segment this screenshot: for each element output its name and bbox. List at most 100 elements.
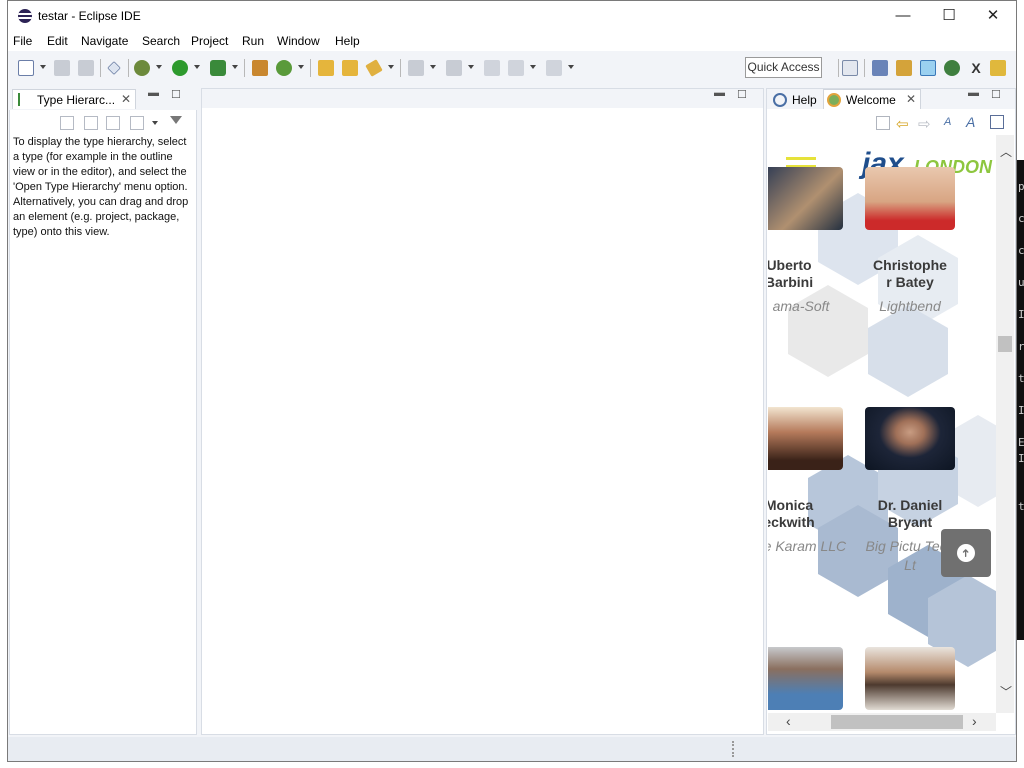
tab-type-hierarchy[interactable]: Type Hierarc... ✕ (12, 89, 136, 109)
search-icon[interactable] (365, 59, 383, 77)
menu-navigate[interactable]: Navigate (81, 34, 128, 48)
tab-label: Type Hierarc... (37, 93, 116, 107)
back-to-top-button[interactable]: ➜ (941, 529, 991, 577)
new-dropdown-icon[interactable] (40, 65, 46, 69)
previous-annotation-dropdown-icon[interactable] (468, 65, 474, 69)
new-icon[interactable] (18, 60, 34, 76)
terminal-char: u (1018, 276, 1024, 289)
history-icon[interactable] (130, 116, 144, 130)
show-type-hierarchy-icon[interactable] (60, 116, 74, 130)
java-ee-perspective-icon[interactable] (872, 60, 888, 76)
java-perspective-icon[interactable] (920, 60, 936, 76)
maximize-button[interactable]: ☐ (926, 1, 972, 31)
customize-page-icon[interactable] (990, 115, 1004, 129)
run-last-tool-dropdown-icon[interactable] (232, 65, 238, 69)
new-java-class-icon[interactable] (276, 60, 292, 76)
speaker-name[interactable]: Dr. Daniel Bryant (864, 497, 956, 531)
back-dropdown-icon[interactable] (530, 65, 536, 69)
close-tab-icon[interactable]: ✕ (906, 92, 916, 106)
run-last-tool-icon[interactable] (210, 60, 226, 76)
last-edit-location-icon[interactable] (484, 60, 500, 76)
save-icon[interactable] (54, 60, 70, 76)
forward-arrow-icon[interactable]: ⇨ (918, 115, 931, 133)
new-class-dropdown-icon[interactable] (298, 65, 304, 69)
minimize-editor-icon[interactable]: ▬ (714, 87, 725, 99)
vertical-scroll-thumb[interactable] (998, 336, 1012, 352)
status-bar-splitter[interactable] (732, 741, 734, 757)
speaker-name[interactable]: Monica eckwith (768, 497, 835, 531)
tab-welcome[interactable]: Welcome ✕ (823, 89, 921, 109)
speaker-name[interactable]: Uberto Barbini (768, 257, 835, 291)
debug-perspective-icon[interactable] (944, 60, 960, 76)
speaker-photo[interactable] (768, 647, 843, 710)
vertical-scrollbar[interactable]: ︿ ﹀ (996, 135, 1014, 713)
scroll-right-icon[interactable]: › (972, 713, 977, 729)
increase-font-icon[interactable]: A (966, 114, 975, 130)
scroll-up-icon[interactable]: ︿ (1000, 143, 1012, 160)
home-icon[interactable] (876, 116, 890, 130)
menu-help[interactable]: Help (335, 34, 360, 48)
quick-access-field[interactable]: Quick Access (745, 57, 822, 78)
debug-dropdown-icon[interactable] (156, 65, 162, 69)
horizontal-scrollbar[interactable]: ‹ › (768, 713, 996, 731)
main-toolbar: X (8, 51, 1016, 83)
menu-search[interactable]: Search (142, 34, 180, 48)
welcome-icon (827, 93, 841, 107)
minimize-view-icon[interactable]: ▬ (148, 87, 159, 99)
speaker-company: Lightbend (879, 298, 941, 314)
close-button[interactable]: ✕ (970, 1, 1016, 31)
menu-file[interactable]: File (13, 34, 32, 48)
speaker-photo[interactable] (865, 167, 955, 230)
maximize-editor-icon[interactable]: ☐ (737, 88, 747, 101)
team-perspective-icon[interactable] (990, 60, 1006, 76)
history-dropdown-icon[interactable] (152, 121, 158, 125)
terminal-char: I (1018, 404, 1024, 417)
menu-edit[interactable]: Edit (47, 34, 68, 48)
speaker-photo[interactable] (768, 407, 843, 470)
minimize-welcome-icon[interactable]: ▬ (968, 87, 979, 99)
view-menu-icon[interactable] (170, 116, 182, 124)
show-subtype-hierarchy-icon[interactable] (106, 116, 120, 130)
next-annotation-icon[interactable] (408, 60, 424, 76)
open-perspective-icon[interactable] (842, 60, 858, 76)
save-all-icon[interactable] (78, 60, 94, 76)
pin-icon[interactable] (107, 61, 121, 75)
menu-run[interactable]: Run (242, 34, 264, 48)
speaker-photo[interactable] (768, 167, 843, 230)
menu-window[interactable]: Window (277, 34, 320, 48)
tab-label: Welcome (846, 93, 896, 107)
run-dropdown-icon[interactable] (194, 65, 200, 69)
back-arrow-icon[interactable]: ⇦ (896, 115, 909, 133)
speaker-photo[interactable] (865, 647, 955, 710)
close-tab-icon[interactable]: ✕ (121, 92, 131, 106)
minimize-button[interactable]: — (880, 1, 926, 31)
next-annotation-dropdown-icon[interactable] (430, 65, 436, 69)
scroll-left-icon[interactable]: ‹ (786, 713, 791, 729)
tab-help[interactable]: Help (770, 90, 822, 109)
new-java-package-icon[interactable] (252, 60, 268, 76)
forward-icon[interactable] (546, 60, 562, 76)
type-hierarchy-message: To display the type hierarchy, select a … (13, 136, 189, 238)
show-supertype-hierarchy-icon[interactable] (84, 116, 98, 130)
xml-perspective-icon[interactable]: X (968, 60, 984, 76)
resource-perspective-icon[interactable] (896, 60, 912, 76)
open-task-icon[interactable] (342, 60, 358, 76)
open-type-icon[interactable] (318, 60, 334, 76)
debug-icon[interactable] (134, 60, 150, 76)
run-icon[interactable] (172, 60, 188, 76)
window-title: testar - Eclipse IDE (38, 9, 141, 23)
menu-project[interactable]: Project (191, 34, 228, 48)
maximize-welcome-icon[interactable]: ☐ (991, 88, 1001, 101)
scroll-down-icon[interactable]: ﹀ (1000, 683, 1012, 700)
speaker-photo[interactable] (865, 407, 955, 470)
forward-dropdown-icon[interactable] (568, 65, 574, 69)
editor-area-header (202, 89, 763, 108)
reduce-font-icon[interactable]: A (944, 116, 951, 128)
back-icon[interactable] (508, 60, 524, 76)
previous-annotation-icon[interactable] (446, 60, 462, 76)
horizontal-scroll-thumb[interactable] (831, 715, 963, 729)
eclipse-logo-icon (18, 9, 32, 23)
search-dropdown-icon[interactable] (388, 65, 394, 69)
speaker-name[interactable]: Christophe r Batey (864, 257, 956, 291)
maximize-view-icon[interactable]: ☐ (171, 88, 181, 101)
